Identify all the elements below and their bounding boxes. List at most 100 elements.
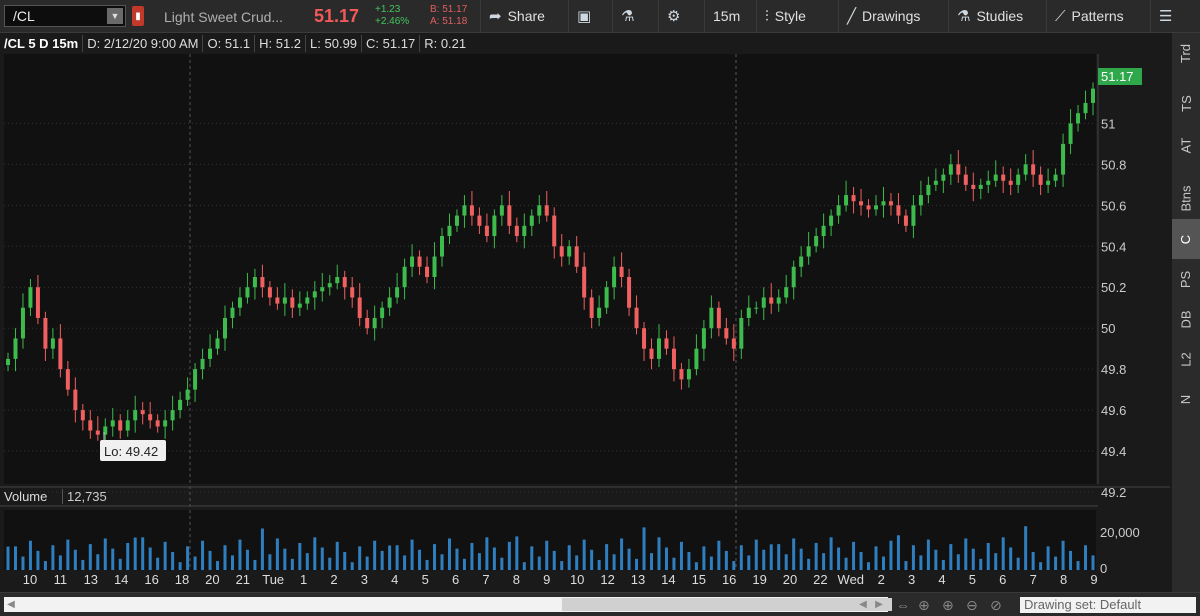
candle-body xyxy=(507,205,512,226)
zoom-reset-icon[interactable]: ⊘ xyxy=(990,597,1002,614)
horizontal-scrollbar[interactable] xyxy=(4,597,892,612)
candle-body xyxy=(1001,174,1006,181)
candle-body xyxy=(978,184,983,189)
volume-bar xyxy=(1024,526,1028,570)
volume-bar xyxy=(148,547,152,570)
studies-button[interactable]: ⚗ Studies xyxy=(948,0,1046,32)
candle-body xyxy=(223,317,227,339)
tab-l2[interactable]: L2 xyxy=(1172,339,1200,379)
tab-trd[interactable]: Trd xyxy=(1172,33,1200,73)
candle-body xyxy=(230,307,235,318)
tab-btns[interactable]: Btns xyxy=(1172,173,1200,223)
volume-bar xyxy=(290,558,294,570)
tab-at[interactable]: AT xyxy=(1172,125,1200,165)
volume-bar xyxy=(328,557,332,570)
tab-db[interactable]: DB xyxy=(1172,299,1200,339)
volume-bar xyxy=(81,559,85,570)
candle-body xyxy=(829,215,834,226)
volume-bar xyxy=(1009,547,1013,570)
volume-bar xyxy=(597,559,601,570)
volume-bar xyxy=(111,548,115,570)
timeframe-button[interactable]: 15m xyxy=(704,0,756,32)
tab-n[interactable]: N xyxy=(1172,379,1200,419)
tab-c[interactable]: C xyxy=(1172,219,1200,259)
net-change: +1.23 +2.46% xyxy=(375,4,409,28)
candle-body xyxy=(866,205,871,210)
patterns-button[interactable]: ⟋ Patterns xyxy=(1046,0,1150,32)
candle-body xyxy=(956,164,961,175)
candle-body xyxy=(312,291,317,298)
volume-bar xyxy=(664,547,668,570)
style-button[interactable]: ⫶ Style xyxy=(756,0,838,32)
candle-body xyxy=(724,328,729,339)
candle-body xyxy=(918,195,923,206)
flask-icon: ⚗ xyxy=(621,8,635,25)
candle-body xyxy=(305,297,310,304)
zoom-in-icon[interactable]: ⊕ xyxy=(942,597,954,614)
scroll-left-step-icon[interactable]: ◀ xyxy=(856,597,870,612)
tab-trd-label: Trd xyxy=(1178,43,1194,63)
candle-body xyxy=(514,225,519,237)
menu-button[interactable]: ☰ xyxy=(1150,0,1200,32)
top-toolbar: /CL ▼ ▮ Light Sweet Crud... 51.17 +1.23 … xyxy=(0,0,1200,33)
candle-body xyxy=(896,205,901,216)
scroll-right-icon[interactable]: ▶ xyxy=(872,597,886,612)
share-button[interactable]: ➦ Share xyxy=(480,0,553,32)
volume-bar xyxy=(994,553,998,570)
drawings-button[interactable]: ╱ Drawings xyxy=(838,0,948,32)
time-label: 4 xyxy=(938,572,945,587)
candle-body xyxy=(237,297,242,308)
scroll-thumb[interactable] xyxy=(562,598,892,611)
candle-body xyxy=(58,338,63,370)
scroll-left-icon[interactable]: ◀ xyxy=(4,597,18,612)
candle-body xyxy=(148,414,153,421)
drawing-set-select[interactable]: Drawing set: Default xyxy=(1020,597,1196,613)
candle-body xyxy=(559,246,564,257)
volume-bar xyxy=(635,558,639,570)
candle-body xyxy=(888,201,893,206)
volume-bar xyxy=(66,539,70,570)
candle-body xyxy=(185,389,190,400)
candle-body xyxy=(709,307,714,329)
candle-body xyxy=(948,164,953,175)
candle-body xyxy=(118,420,123,431)
lab-button[interactable]: ⚗ xyxy=(612,0,658,32)
volume-bar xyxy=(679,541,683,570)
bar-date: D: 2/12/20 9:00 AM xyxy=(83,35,204,52)
tab-ps[interactable]: PS xyxy=(1172,259,1200,299)
price-chart[interactable]: 5150.850.650.450.25049.849.649.449.2 10 1… xyxy=(0,54,1172,592)
candle-body xyxy=(178,399,183,411)
volume-bar xyxy=(260,528,264,570)
symbol-dropdown-icon[interactable]: ▼ xyxy=(107,8,123,24)
price-pane[interactable] xyxy=(4,54,1096,484)
notes-button[interactable]: ▣ xyxy=(568,0,612,32)
link-tag-icon[interactable]: ▮ xyxy=(132,6,144,26)
bar-close: C: 51.17 xyxy=(362,35,421,52)
settings-button[interactable]: ⚙ xyxy=(658,0,704,32)
pencil-icon: ╱ xyxy=(847,8,857,25)
candle-body xyxy=(297,303,302,308)
candle-body xyxy=(544,205,549,216)
time-label: 9 xyxy=(1090,572,1097,587)
crosshair-icon[interactable]: ⊕ xyxy=(918,597,930,614)
volume-bar xyxy=(216,561,220,570)
volume-bar xyxy=(822,553,826,570)
tab-ts[interactable]: TS xyxy=(1172,83,1200,123)
candle-body xyxy=(425,266,430,277)
tab-at-label: AT xyxy=(1178,137,1194,153)
candle-body xyxy=(95,430,100,435)
zoom-out-icon[interactable]: ⊖ xyxy=(966,597,978,614)
volume-bar xyxy=(979,558,983,570)
candle-body xyxy=(851,195,856,202)
volume-bar xyxy=(777,544,781,570)
price-tick: 50.8 xyxy=(1101,157,1126,172)
candle-body xyxy=(1046,180,1051,185)
collapse-icon[interactable]: ⤢ xyxy=(1102,54,1113,55)
volume-bar xyxy=(515,536,519,570)
candle-body xyxy=(769,297,774,304)
volume-pane[interactable] xyxy=(4,510,1096,570)
pan-icon[interactable]: ⇔ xyxy=(896,597,910,613)
symbol-input[interactable]: /CL ▼ xyxy=(4,5,126,27)
candle-body xyxy=(739,317,744,349)
volume-bar xyxy=(949,544,953,570)
